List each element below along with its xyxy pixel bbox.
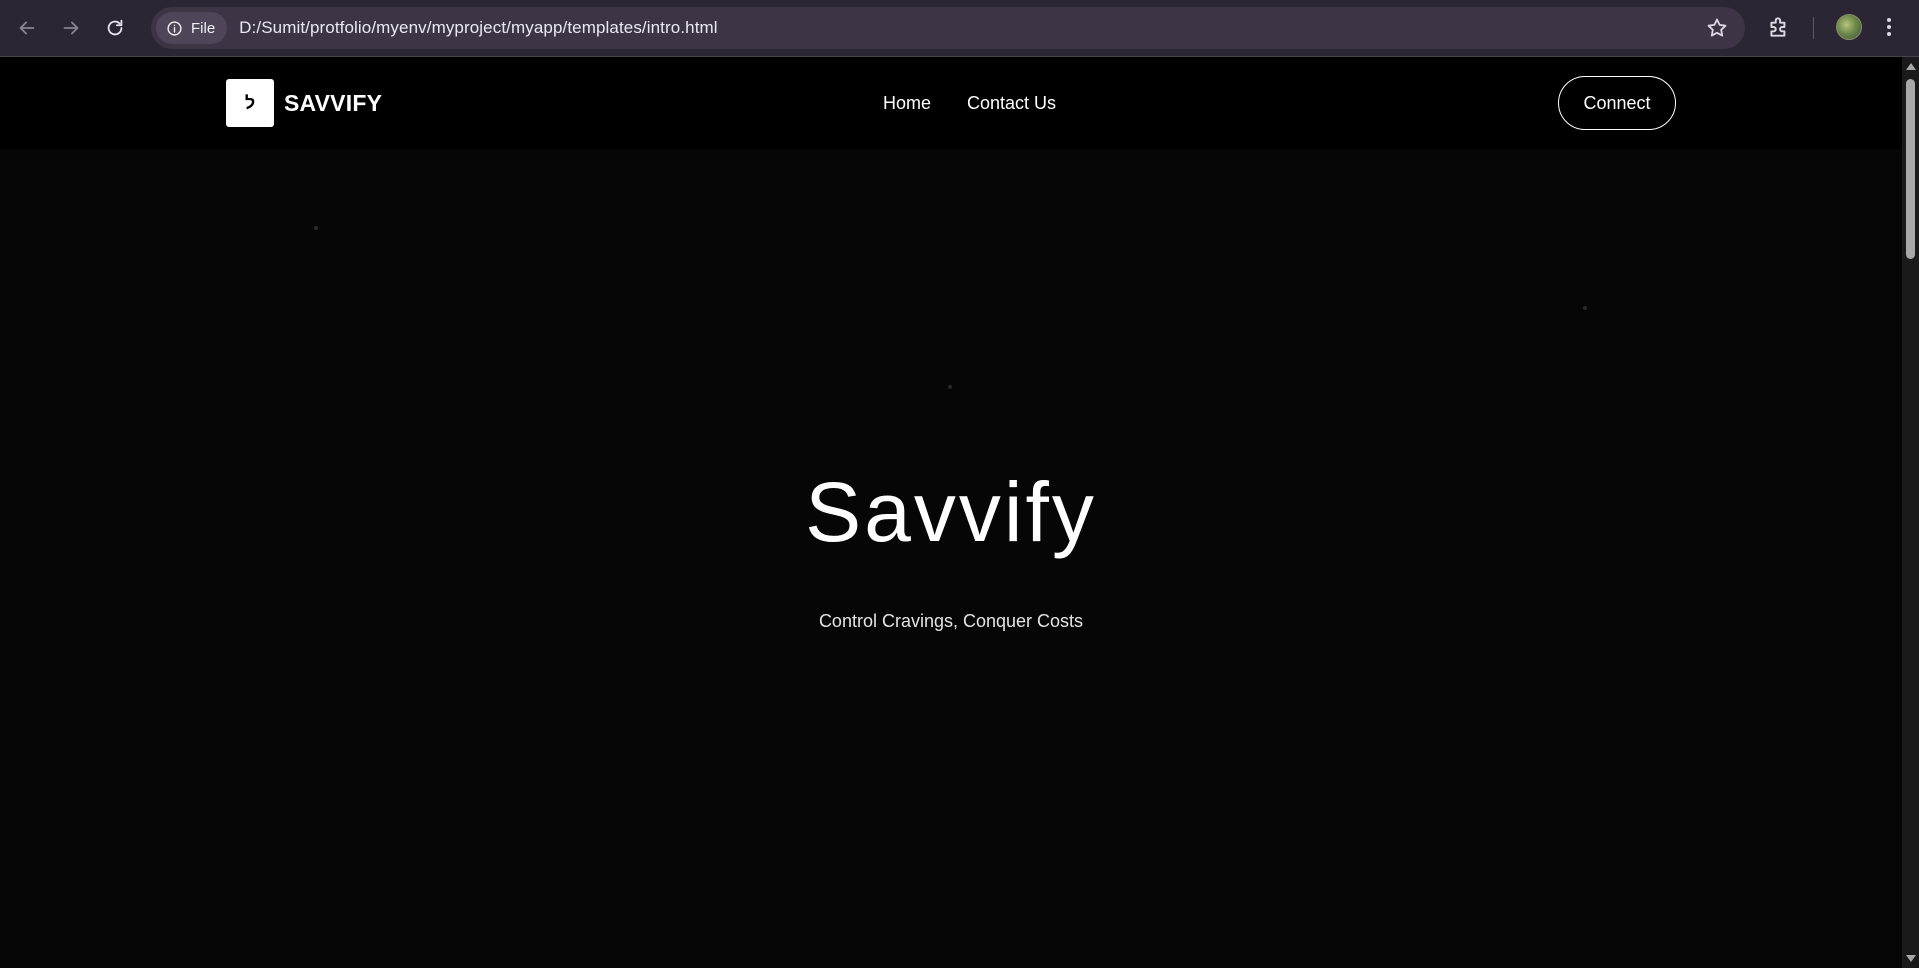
nav-home-link[interactable]: Home — [883, 93, 931, 114]
reload-button[interactable] — [93, 6, 137, 50]
page-viewport: ל SAVVIFY Home Contact Us Connect Savvif… — [0, 57, 1902, 968]
profile-avatar[interactable] — [1836, 14, 1862, 40]
site-info-chip[interactable]: File — [156, 12, 228, 44]
page-scrollbar[interactable] — [1902, 57, 1919, 968]
browser-toolbar: File D:/Sumit/protfolio/myenv/myproject/… — [0, 0, 1919, 56]
scroll-thumb[interactable] — [1906, 79, 1915, 259]
star-icon[interactable] — [1705, 16, 1729, 40]
brand-name: SAVVIFY — [284, 89, 383, 116]
brand[interactable]: ל SAVVIFY — [226, 79, 382, 127]
address-bar[interactable]: File D:/Sumit/protfolio/myenv/myproject/… — [151, 7, 1745, 49]
url-text[interactable]: D:/Sumit/protfolio/myenv/myproject/myapp… — [239, 18, 718, 38]
forward-arrow-icon — [63, 21, 79, 35]
hero-subtitle: Control Cravings, Conquer Costs — [818, 611, 1084, 631]
scroll-down-icon[interactable] — [1906, 955, 1916, 962]
decorative-dot — [948, 385, 952, 389]
back-arrow-icon — [19, 21, 35, 35]
back-button[interactable] — [5, 6, 49, 50]
main-nav: Home Contact Us — [883, 93, 1056, 114]
more-vert-icon[interactable] — [1882, 14, 1896, 40]
decorative-dot — [314, 226, 318, 230]
site-chip-label: File — [191, 19, 216, 37]
hero-title: Savvify — [805, 465, 1097, 559]
forward-button[interactable] — [49, 6, 93, 50]
connect-button[interactable]: Connect — [1558, 76, 1676, 130]
nav-contact-link[interactable]: Contact Us — [967, 93, 1056, 114]
scroll-up-icon[interactable] — [1906, 63, 1916, 70]
brand-logo-icon: ל — [226, 79, 274, 127]
reload-icon — [107, 19, 123, 36]
site-header: ל SAVVIFY Home Contact Us Connect — [0, 57, 1902, 149]
decorative-dot — [1583, 306, 1587, 310]
extensions-icon[interactable] — [1766, 14, 1792, 40]
toolbar-separator — [1813, 17, 1814, 39]
info-icon — [167, 20, 182, 36]
